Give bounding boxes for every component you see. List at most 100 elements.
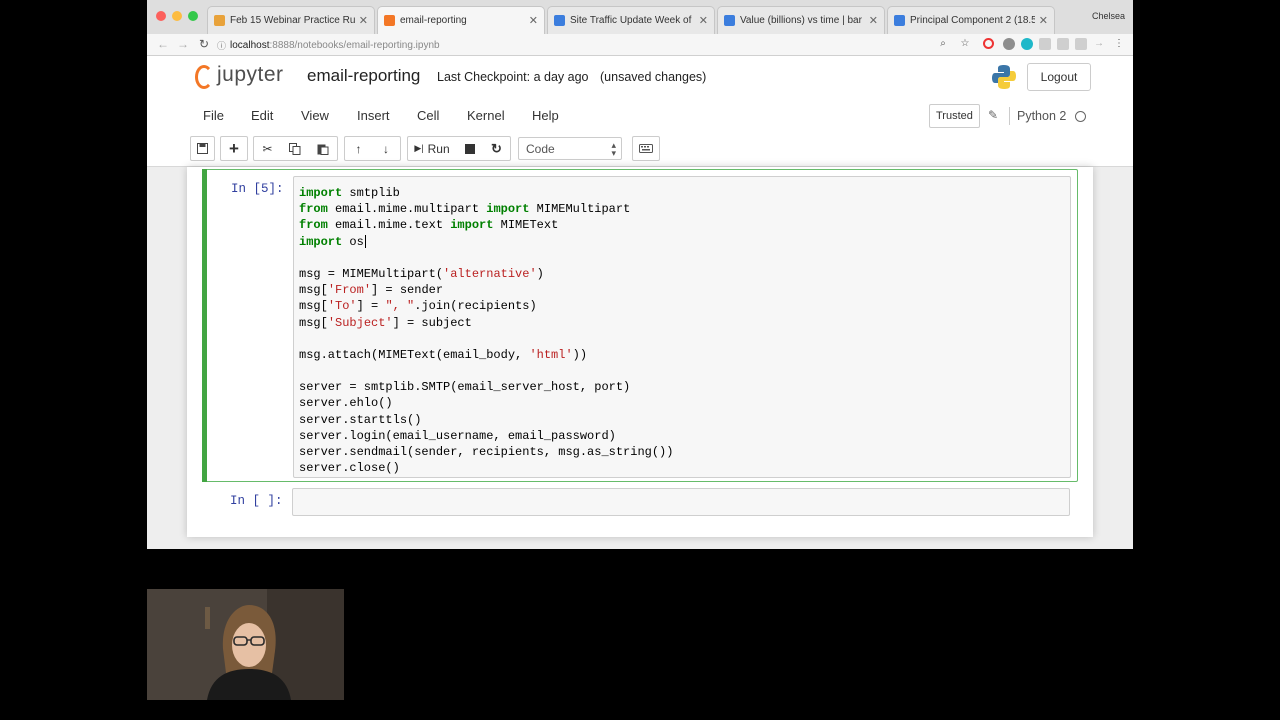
url-host: localhost — [230, 39, 270, 51]
chart-favicon-icon — [894, 15, 905, 26]
url-field[interactable]: ⓘ localhost:8888/notebooks/email-reporti… — [217, 36, 961, 54]
code-token: server.login(email_username, email_passw… — [299, 428, 616, 443]
code-string: 'From' — [327, 283, 372, 298]
extension-icon[interactable]: → — [1093, 38, 1105, 50]
tab-strip: Feb 15 Webinar Practice Run ✕ email-repo… — [147, 0, 1133, 34]
kernel-name[interactable]: Python 2 — [1017, 109, 1066, 123]
notebook-name[interactable]: email-reporting — [307, 66, 420, 86]
chart-favicon-icon — [724, 15, 735, 26]
back-icon[interactable]: ← — [157, 37, 169, 51]
code-line: msg['Subject'] = subject — [299, 315, 673, 331]
code-line: from email.mime.text import MIMEText — [299, 217, 673, 233]
edit-pencil-icon[interactable]: ✎ — [988, 108, 998, 122]
cell-type-value: Code — [526, 141, 555, 156]
code-keyword: from — [299, 218, 328, 233]
document-icon — [214, 15, 225, 26]
cut-button[interactable]: ✂ — [253, 136, 282, 161]
menu-cell[interactable]: Cell — [417, 108, 439, 123]
opera-extension-icon[interactable] — [983, 38, 994, 49]
code-cell-empty[interactable]: In [ ]: — [202, 485, 1078, 519]
insert-cell-button[interactable]: + — [220, 136, 248, 161]
arrow-up-icon: ↑ — [355, 141, 362, 156]
code-text[interactable]: import smtplib from email.mime.multipart … — [299, 185, 673, 476]
notebook-toolbar: + ✂ ↑ ↓ ▶| Run ↻ Code ▴ ▾ — [187, 136, 1093, 162]
reload-icon[interactable]: ↻ — [199, 37, 209, 51]
divider — [1009, 107, 1010, 125]
code-token: server.close() — [299, 461, 400, 476]
menu-view[interactable]: View — [301, 108, 329, 123]
browser-tab-webinar[interactable]: Feb 15 Webinar Practice Run ✕ — [207, 6, 375, 34]
browser-tab-principal-component[interactable]: Principal Component 2 (18.5 ✕ — [887, 6, 1055, 34]
code-token: msg = MIMEMultipart( — [299, 266, 444, 281]
paste-button[interactable] — [309, 136, 338, 161]
code-line: msg = MIMEMultipart('alternative') — [299, 266, 673, 282]
menu-help[interactable]: Help — [532, 108, 559, 123]
code-token: email.mime.text — [327, 218, 451, 233]
code-token: ] = subject — [392, 315, 472, 330]
menu-kernel[interactable]: Kernel — [467, 108, 505, 123]
notebook-area: In [5]: import smtplib from email.mime.mu… — [147, 167, 1133, 549]
checkpoint-status: Last Checkpoint: a day ago — [437, 70, 589, 84]
code-keyword: import — [486, 202, 530, 217]
run-button[interactable]: ▶| Run — [407, 136, 457, 161]
jupyter-logo-text[interactable]: jupyter — [217, 63, 284, 87]
interrupt-kernel-button[interactable] — [456, 136, 484, 161]
forward-icon[interactable]: → — [177, 37, 189, 51]
input-prompt: In [ ]: — [230, 494, 283, 508]
jupyter-favicon-icon — [384, 15, 395, 26]
profile-name[interactable]: Chelsea — [1092, 11, 1125, 21]
input-prompt: In [5]: — [231, 182, 284, 196]
code-token: )) — [572, 347, 588, 362]
logout-button[interactable]: Logout — [1027, 63, 1091, 91]
jupyter-logo-icon[interactable] — [195, 65, 213, 89]
code-editor[interactable]: import smtplib from email.mime.multipart … — [293, 176, 1071, 478]
copy-icon — [289, 142, 301, 155]
code-keyword: import — [299, 234, 343, 249]
zoom-search-icon[interactable]: ⌕ — [937, 38, 949, 50]
code-token: server = smtplib.SMTP(email_server_host,… — [299, 380, 631, 395]
menu-file[interactable]: File — [203, 108, 224, 123]
close-icon[interactable]: ✕ — [359, 14, 368, 27]
menu-insert[interactable]: Insert — [357, 108, 390, 123]
move-cell-up-button[interactable]: ↑ — [344, 136, 373, 161]
bookmark-star-icon[interactable]: ☆ — [959, 38, 971, 50]
info-icon[interactable]: ⓘ — [217, 39, 226, 52]
extension-icon[interactable] — [1003, 38, 1015, 50]
code-cell-selected[interactable]: In [5]: import smtplib from email.mime.mu… — [202, 169, 1078, 482]
stop-icon — [464, 143, 475, 154]
code-token: MIMEText — [493, 218, 559, 233]
cell-type-select[interactable]: Code ▴ ▾ — [518, 137, 622, 160]
close-icon[interactable]: ✕ — [1039, 14, 1048, 27]
save-button[interactable] — [190, 136, 215, 161]
window-minimize-button[interactable] — [172, 11, 182, 21]
code-token: .join(recipients) — [414, 299, 537, 314]
webcam-video — [147, 589, 344, 700]
keyboard-icon — [639, 144, 653, 153]
window-maximize-button[interactable] — [188, 11, 198, 21]
extension-icon[interactable] — [1039, 38, 1051, 50]
move-cell-down-button[interactable]: ↓ — [372, 136, 401, 161]
trusted-indicator[interactable]: Trusted — [929, 104, 980, 128]
window-close-button[interactable] — [156, 11, 166, 21]
browser-tab-email-reporting[interactable]: email-reporting ✕ — [377, 6, 545, 34]
close-icon[interactable]: ✕ — [869, 14, 878, 27]
restart-kernel-button[interactable]: ↻ — [483, 136, 511, 161]
browser-tab-site-traffic[interactable]: Site Traffic Update Week of ✕ — [547, 6, 715, 34]
chart-favicon-icon — [554, 15, 565, 26]
extension-icon[interactable] — [1021, 38, 1033, 50]
copy-button[interactable] — [281, 136, 310, 161]
code-editor[interactable] — [292, 488, 1070, 516]
code-line: server.close() — [299, 460, 673, 476]
close-icon[interactable]: ✕ — [529, 14, 538, 27]
code-token: server.ehlo() — [299, 396, 393, 411]
browser-tab-value-vs-time[interactable]: Value (billions) vs time | bar ✕ — [717, 6, 885, 34]
extension-icon[interactable] — [1057, 38, 1069, 50]
jupyter-header: jupyter email-reporting Last Checkpoint:… — [147, 57, 1133, 97]
code-token: server.sendmail(sender, recipients, msg.… — [299, 445, 674, 459]
menu-edit[interactable]: Edit — [251, 108, 273, 123]
menu-kebab-icon[interactable]: ⋮ — [1113, 38, 1125, 50]
close-icon[interactable]: ✕ — [699, 14, 708, 27]
extension-icon[interactable] — [1075, 38, 1087, 50]
command-palette-button[interactable] — [632, 136, 660, 161]
